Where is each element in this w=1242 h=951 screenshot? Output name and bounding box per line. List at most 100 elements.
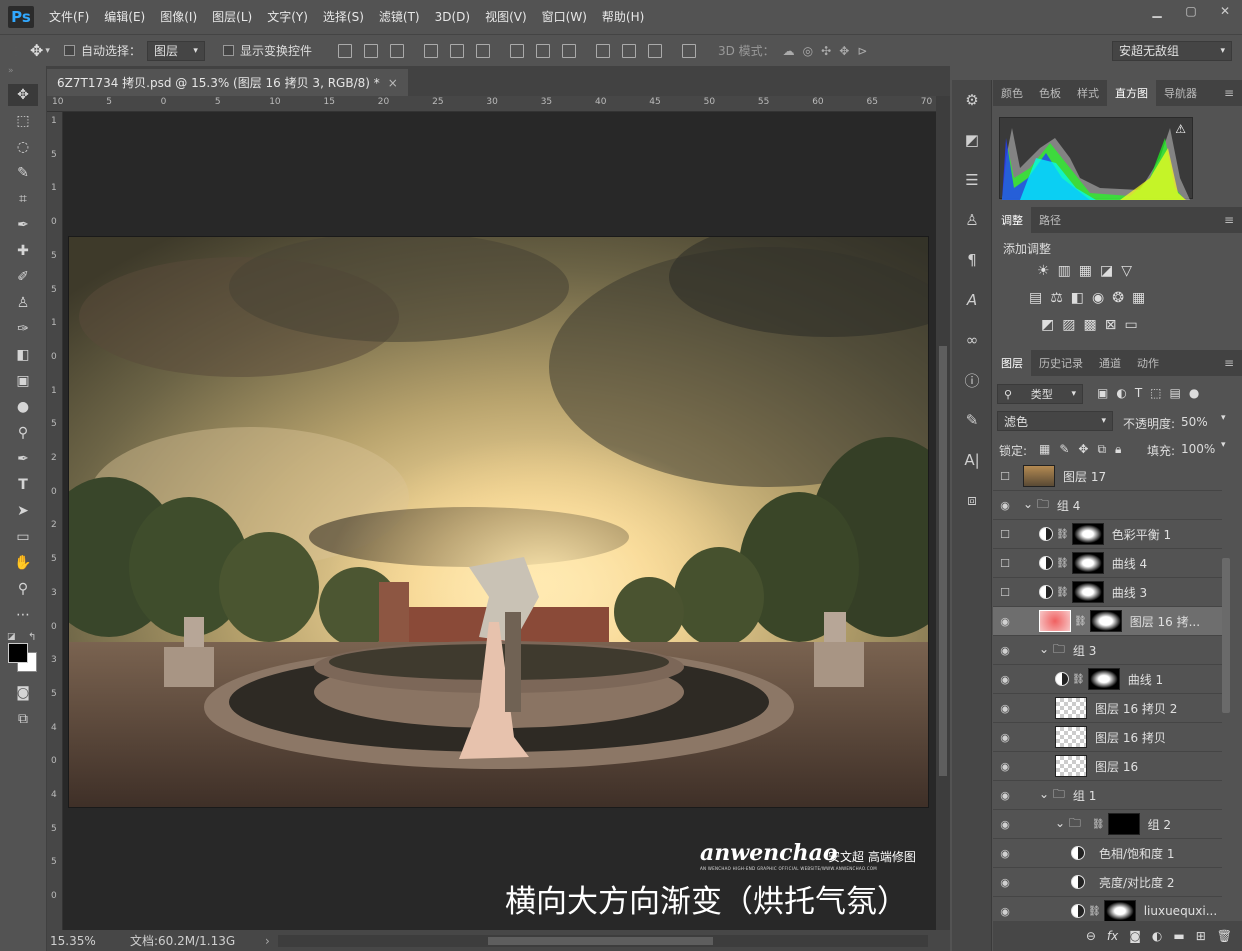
color-balance-icon[interactable]: ⚖ — [1050, 290, 1063, 306]
distribute-top-icon[interactable] — [509, 43, 524, 58]
menu-select[interactable]: 选择(S) — [323, 8, 364, 25]
channel-mixer-icon[interactable]: ❂ — [1112, 290, 1124, 306]
layer-filter-dropdown[interactable]: ⚲ 类型 ▾ — [997, 384, 1083, 404]
eye-icon[interactable]: ◉ — [993, 789, 1017, 802]
adjust-sliders-icon[interactable]: ☰ — [952, 160, 992, 200]
tab-swatches[interactable]: 色板 — [1031, 80, 1069, 106]
marquee-tool-icon[interactable]: ⬚ — [8, 110, 38, 132]
character-icon[interactable]: A — [952, 280, 992, 320]
mask-thumbnail[interactable] — [1071, 552, 1104, 574]
tab-adjustments[interactable]: 调整 — [993, 207, 1031, 233]
layer-row[interactable]: ◉ ⌄ 🗀︎ 组 3 — [993, 636, 1222, 665]
vibrance-icon[interactable]: ▽ — [1121, 263, 1132, 279]
tab-paths[interactable]: 路径 — [1031, 207, 1069, 233]
lock-position-icon[interactable]: ✥ — [1078, 442, 1088, 457]
layer-row[interactable]: ◉ ⌄ 🗀︎ ⛓ 组 2 — [993, 810, 1222, 839]
horizontal-scroll-thumb[interactable] — [487, 936, 713, 945]
menu-filter[interactable]: 滤镜(T) — [379, 8, 420, 25]
eraser-tool-icon[interactable]: ◧ — [8, 344, 38, 366]
fx-icon[interactable]: fx — [1107, 929, 1118, 943]
layer-row[interactable]: ☐ ⛓ 色彩平衡 1 — [993, 520, 1222, 549]
menu-view[interactable]: 视图(V) — [485, 8, 527, 25]
add-mask-icon[interactable]: ◙ — [1129, 929, 1141, 943]
layer-row[interactable]: ◉ ⛓ 图层 16 拷... — [993, 607, 1222, 636]
move-tool-icon[interactable]: ✥ — [8, 84, 38, 106]
lock-artboard-icon[interactable]: ⧉ — [1097, 442, 1106, 457]
dodge-tool-icon[interactable]: ⚲ — [8, 422, 38, 444]
layer-row[interactable]: ☐ ⛓ 曲线 4 — [993, 549, 1222, 578]
smart-object-filter-icon[interactable]: ▤ — [1170, 386, 1181, 400]
clone-stamp-tool-icon[interactable]: ♙ — [8, 292, 38, 314]
fill-value[interactable]: 100% — [1181, 442, 1215, 456]
lock-all-icon[interactable]: 🔒︎ — [1115, 442, 1121, 457]
folder-icon[interactable]: ⌄ 🗀︎ — [1023, 495, 1049, 516]
blend-mode-dropdown[interactable]: 滤色 ▾ — [997, 411, 1113, 431]
hand-tool-icon[interactable]: ✋ — [8, 552, 38, 574]
status-menu-arrow[interactable]: › — [265, 934, 270, 948]
layer-row[interactable]: ◉ 图层 16 拷贝 — [993, 723, 1222, 752]
posterize-icon[interactable]: ▨ — [1062, 317, 1075, 333]
chevron-down-icon[interactable]: ▾ — [1221, 413, 1226, 423]
rectangle-tool-icon[interactable]: ▭ — [8, 526, 38, 548]
history-brush-tool-icon[interactable]: ✑ — [8, 318, 38, 340]
link-layers-icon[interactable]: ⊖ — [1086, 929, 1096, 943]
crop-tool-icon[interactable]: ⌗ — [8, 188, 38, 210]
distribute-bottom-icon[interactable] — [561, 43, 576, 58]
adjustment-layer-icon[interactable] — [1039, 556, 1053, 570]
layer-row[interactable]: ◉ ⛓ 曲线 1 — [993, 665, 1222, 694]
photo-filter-icon[interactable]: ◉ — [1092, 290, 1104, 306]
pixel-filter-icon[interactable]: ▣ — [1097, 386, 1108, 400]
eye-icon[interactable]: ◉ — [993, 876, 1017, 889]
close-icon[interactable]: ✕ — [1208, 0, 1242, 22]
layer-thumbnail[interactable] — [1055, 755, 1087, 777]
layer-row[interactable]: ◉ ⌄ 🗀︎ 组 1 — [993, 781, 1222, 810]
eye-icon[interactable]: ◉ — [993, 905, 1017, 918]
info-icon[interactable]: ⓘ — [952, 360, 992, 400]
eye-icon[interactable]: ◉ — [993, 731, 1017, 744]
screen-mode-icon[interactable]: ⧉ — [8, 708, 38, 730]
character-styles-icon[interactable]: A| — [952, 440, 992, 480]
tab-channels[interactable]: 通道 — [1091, 350, 1129, 376]
tab-color[interactable]: 颜色 — [993, 80, 1031, 106]
layer-row[interactable]: ◉ ⛓ liuxuequxi... — [993, 897, 1222, 921]
align-right-icon[interactable] — [475, 43, 490, 58]
cc-libraries-icon[interactable]: ∞ — [952, 320, 992, 360]
shape-filter-icon[interactable]: ⬚ — [1150, 386, 1161, 400]
chevron-down-icon[interactable]: ▾ — [45, 46, 50, 56]
eyedropper-tool-icon[interactable]: ✒ — [8, 214, 38, 236]
lasso-tool-icon[interactable]: ◌ — [8, 136, 38, 158]
distribute-hcenter-icon[interactable] — [621, 43, 636, 58]
path-select-tool-icon[interactable]: ➤ — [8, 500, 38, 522]
folder-icon[interactable]: ⌄ 🗀︎ — [1055, 814, 1081, 835]
gradient-tool-icon[interactable]: ▣ — [8, 370, 38, 392]
horizontal-scrollbar[interactable] — [277, 934, 928, 947]
align-hcenter-icon[interactable] — [449, 43, 464, 58]
foreground-color-swatch[interactable] — [8, 643, 28, 663]
tab-actions[interactable]: 动作 — [1129, 350, 1167, 376]
distribute-vcenter-icon[interactable] — [535, 43, 550, 58]
tab-history[interactable]: 历史记录 — [1031, 350, 1091, 376]
paragraph-icon[interactable]: ¶ — [952, 240, 992, 280]
quick-select-tool-icon[interactable]: ✎ — [8, 162, 38, 184]
healing-brush-tool-icon[interactable]: ✚ — [8, 240, 38, 262]
layer-row[interactable]: ☐ 图层 17 — [993, 462, 1222, 491]
selective-color-icon[interactable]: ⊠ — [1105, 317, 1117, 333]
panel-menu-icon[interactable]: ≡ — [1224, 356, 1234, 370]
warning-icon[interactable]: ⚠ — [1175, 122, 1186, 136]
3d-materials-icon[interactable]: ⧈ — [952, 480, 992, 520]
more-tools-icon[interactable]: ⋯ — [8, 604, 38, 626]
panel-menu-icon[interactable]: ≡ — [1224, 86, 1234, 100]
document-tab[interactable]: 6Z7T1734 拷贝.psd @ 15.3% (图层 16 拷贝 3, RGB… — [47, 69, 408, 96]
visibility-off-icon[interactable]: ☐ — [993, 586, 1017, 599]
color-lookup-icon[interactable]: ▦ — [1132, 290, 1145, 306]
type-filter-icon[interactable]: T — [1135, 386, 1142, 400]
layer-row[interactable]: ◉ 图层 16 — [993, 752, 1222, 781]
visibility-off-icon[interactable]: ☐ — [993, 557, 1017, 570]
layer-row[interactable]: ◉ 色相/饱和度 1 — [993, 839, 1222, 868]
show-transform-checkbox[interactable]: 显示变换控件 — [222, 42, 312, 59]
layer-thumbnail[interactable] — [1023, 465, 1055, 487]
tab-styles[interactable]: 样式 — [1069, 80, 1107, 106]
type-tool-icon[interactable]: T — [8, 474, 38, 496]
menu-image[interactable]: 图像(I) — [160, 8, 197, 25]
mask-thumbnail[interactable] — [1089, 610, 1122, 632]
